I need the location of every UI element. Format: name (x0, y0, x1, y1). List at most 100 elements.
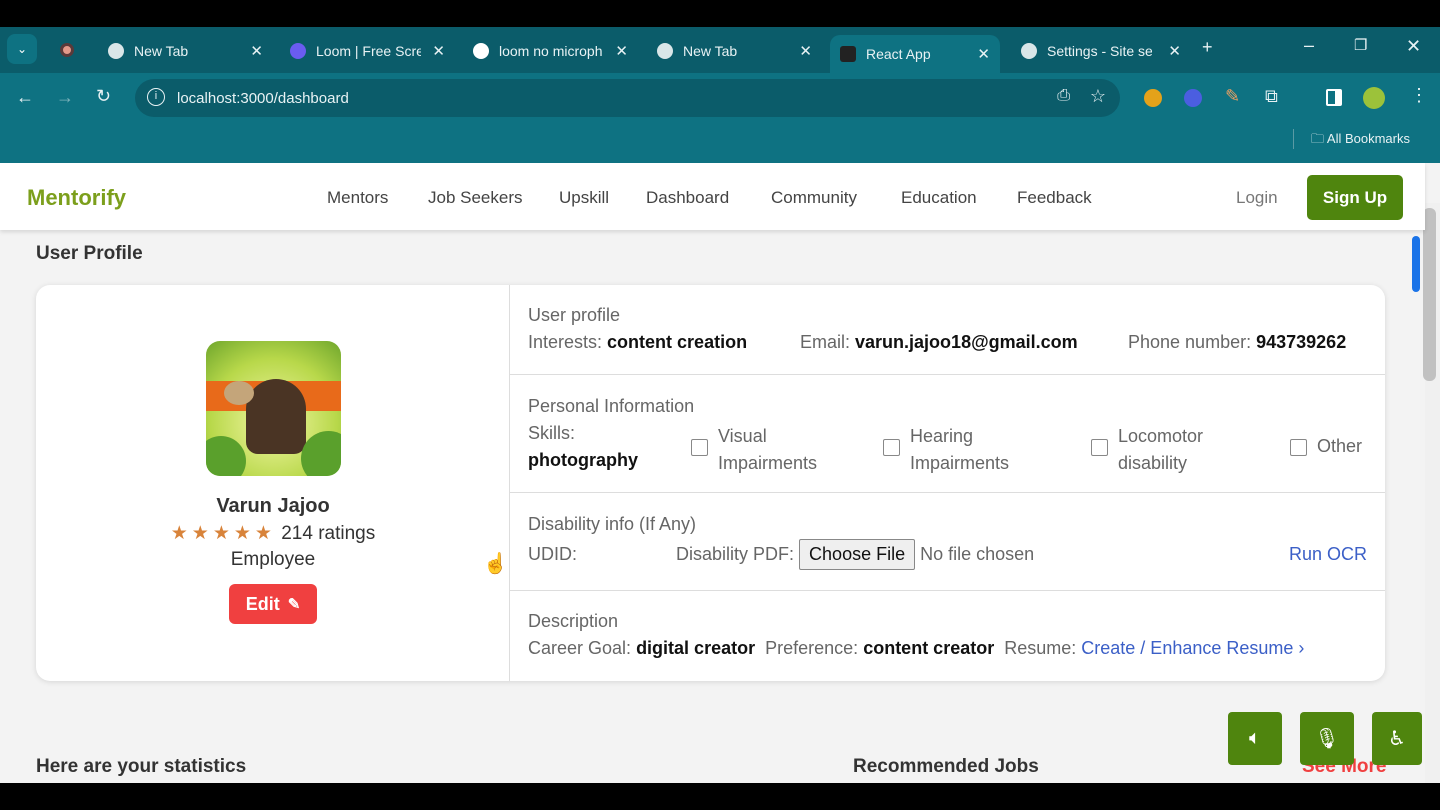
site-navbar: Mentorify Mentors Job Seekers Upskill Da… (0, 163, 1425, 230)
google-icon (473, 43, 489, 59)
close-tab-icon[interactable]: ✕ (1168, 42, 1181, 60)
personal-information-section: Personal Information Skills: photography… (510, 375, 1385, 493)
menu-icon[interactable]: ⋮ (1410, 85, 1428, 106)
tab-google-search[interactable]: loom no microph ✕ (463, 35, 638, 67)
nav-education[interactable]: Education (901, 188, 977, 208)
loom-extension-icon[interactable] (1184, 89, 1202, 107)
signup-button[interactable]: Sign Up (1307, 175, 1403, 220)
tab-new-tab-2[interactable]: New Tab ✕ (647, 35, 822, 67)
reload-button[interactable]: ↻ (96, 86, 111, 107)
star-icon[interactable]: ☆ (1090, 86, 1106, 107)
side-indicator (1412, 236, 1420, 292)
divider (1293, 129, 1294, 149)
react-icon (840, 46, 856, 62)
logo[interactable]: Mentorify (27, 185, 126, 211)
profile-card: Varun Jajoo ★★★★★ 214 ratings Employee E… (36, 285, 1385, 681)
chrome-icon (657, 43, 673, 59)
close-tab-icon[interactable]: ✕ (615, 42, 628, 60)
loom-icon (290, 43, 306, 59)
udid-label: UDID: (528, 544, 577, 564)
email-label: Email: (800, 332, 851, 352)
extension-icon[interactable] (1144, 89, 1162, 107)
back-button[interactable]: ← (16, 87, 34, 108)
install-icon[interactable]: ⎙ (1057, 87, 1070, 105)
forward-button[interactable]: → (56, 87, 74, 108)
run-ocr-link[interactable]: Run OCR (1289, 544, 1367, 565)
minimize-button[interactable]: – (1304, 35, 1314, 56)
gear-icon (1021, 43, 1037, 59)
hand-cursor-icon: ☝ (483, 553, 508, 575)
edit-button[interactable]: Edit ✎ (229, 584, 317, 624)
text-to-speech-button[interactable]: 🔈︎ (1228, 712, 1282, 765)
close-tab-icon[interactable]: ✕ (432, 42, 445, 60)
recording-icon (60, 43, 74, 57)
login-link[interactable]: Login (1236, 188, 1278, 208)
extensions-puzzle-icon[interactable]: ⧉ (1265, 86, 1278, 107)
nav-community[interactable]: Community (771, 188, 857, 208)
side-panel-icon[interactable] (1326, 89, 1342, 106)
section-heading: User Profile (36, 243, 143, 264)
nav-upskill[interactable]: Upskill (559, 188, 609, 208)
checkbox-label: Other (1317, 436, 1363, 456)
browser-toolbar: ← → ↻ i localhost:3000/dashboard ⎙ ☆ ✎ ⧉… (0, 73, 1440, 163)
profile-summary: Varun Jajoo ★★★★★ 214 ratings Employee E… (36, 285, 510, 681)
nav-dashboard[interactable]: Dashboard (646, 188, 729, 208)
tab-strip: ⌄ New Tab ✕ Loom | Free Scree ✕ loom no mi… (0, 27, 1440, 73)
speaker-icon: 🔈︎ (1249, 727, 1261, 749)
skills-label: Skills: (528, 423, 576, 443)
url-text[interactable]: localhost:3000/dashboard (177, 90, 349, 107)
accessibility-button[interactable]: ♿︎ (1372, 712, 1422, 765)
all-bookmarks[interactable]: 🗀 All Bookmarks (1311, 130, 1410, 152)
checkbox-label: Visual Impairments (718, 426, 818, 473)
visual-impairments-checkbox[interactable] (691, 439, 708, 456)
star-rating-icon: ★★★★★ (170, 523, 276, 544)
phone-value: 943739262 (1256, 332, 1347, 352)
goal-value: digital creator (636, 638, 756, 658)
pencil-icon: ✎ (287, 596, 301, 613)
rating: ★★★★★ 214 ratings (36, 522, 510, 545)
color-picker-icon[interactable]: ✎ (1225, 86, 1240, 107)
user-name: Varun Jajoo (216, 495, 330, 517)
restore-button[interactable]: ❐ (1354, 36, 1367, 54)
scrollbar-thumb[interactable] (1423, 208, 1436, 381)
interests-label: Interests: (528, 332, 603, 352)
nav-job-seekers[interactable]: Job Seekers (428, 188, 523, 208)
tab-new-tab-1[interactable]: New Tab ✕ (98, 35, 273, 67)
profile-avatar[interactable] (1363, 87, 1385, 109)
interests-value: content creation (607, 332, 748, 352)
hearing-impairments-checkbox[interactable] (883, 439, 900, 456)
locomotor-disability-checkbox[interactable] (1091, 439, 1108, 456)
tab-settings[interactable]: Settings - Site se ✕ (1011, 35, 1191, 67)
no-file-text: No file chosen (920, 544, 1035, 564)
nav-feedback[interactable]: Feedback (1017, 188, 1092, 208)
user-profile-section: User profile Interests: content creation… (510, 285, 1385, 375)
edit-label: Edit (245, 593, 280, 614)
ratings-count: 214 ratings (281, 523, 376, 544)
pdf-label: Disability PDF: (676, 544, 795, 564)
tab-react-app[interactable]: React App ✕ (830, 35, 1000, 73)
close-tab-icon[interactable]: ✕ (977, 45, 990, 63)
nav-mentors[interactable]: Mentors (327, 188, 388, 208)
chrome-icon (108, 43, 124, 59)
close-window-button[interactable]: ✕ (1406, 36, 1421, 57)
bookmarks-label: All Bookmarks (1326, 131, 1410, 146)
choose-file-button[interactable]: Choose File (799, 539, 916, 570)
pref-value: content creator (863, 638, 995, 658)
avatar (206, 341, 341, 476)
voice-input-button[interactable]: 🎙︎ (1300, 712, 1354, 765)
address-bar[interactable]: i localhost:3000/dashboard ⎙ ☆ (135, 79, 1120, 117)
new-tab-button[interactable]: + (1202, 37, 1213, 58)
checkbox-label: Hearing Impairments (910, 426, 1010, 473)
close-tab-icon[interactable]: ✕ (799, 42, 812, 60)
user-role: Employee (230, 549, 316, 570)
section-title: User profile (528, 305, 621, 325)
tab-search-button[interactable]: ⌄ (7, 34, 37, 64)
section-title: Personal Information (528, 396, 695, 416)
other-checkbox[interactable] (1290, 439, 1307, 456)
info-icon[interactable]: i (147, 88, 165, 106)
resume-link[interactable]: Create / Enhance Resume › (1081, 638, 1304, 658)
resume-label: Resume: (1004, 638, 1077, 658)
close-tab-icon[interactable]: ✕ (250, 42, 263, 60)
disability-info-section: Disability info (If Any) UDID: Disabilit… (510, 493, 1385, 591)
tab-loom[interactable]: Loom | Free Scree ✕ (280, 35, 455, 67)
